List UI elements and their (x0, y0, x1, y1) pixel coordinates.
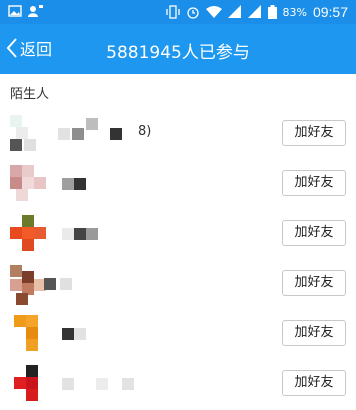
list-item[interactable]: 8) 加好友 (0, 110, 356, 160)
add-friend-button[interactable]: 加好友 (282, 170, 346, 196)
avatar (10, 215, 50, 255)
user-name (44, 278, 178, 292)
account-icon (28, 5, 43, 17)
user-name (58, 328, 178, 342)
user-name-suffix: 8) (138, 124, 152, 139)
add-friend-button[interactable]: 加好友 (282, 320, 346, 346)
nav-bar: 返回 5881945人已参与 (0, 24, 356, 74)
list-item[interactable]: 加好友 (0, 310, 356, 360)
user-name (58, 118, 178, 142)
avatar (10, 365, 50, 405)
list-item[interactable]: 加好友 (0, 210, 356, 260)
battery-percent: 83% (282, 5, 307, 19)
avatar (10, 315, 50, 355)
avatar (10, 165, 50, 205)
user-name (58, 178, 178, 192)
vibrate-icon (165, 5, 180, 19)
alarm-icon (186, 7, 199, 19)
cell-signal-icon (227, 5, 241, 18)
add-friend-button[interactable]: 加好友 (282, 370, 346, 396)
user-name (58, 378, 178, 392)
battery-icon (267, 5, 277, 19)
image-icon (8, 5, 22, 17)
participant-list: 陌生人 8) 加好友 加好友 加好友 加好友 加好友 加好友 (0, 74, 356, 401)
status-bar: 83% 09:57 (0, 0, 356, 24)
add-friend-button[interactable]: 加好友 (282, 120, 346, 146)
cell-signal-2-icon (247, 5, 261, 18)
section-header: 陌生人 (10, 87, 50, 102)
user-name (58, 228, 178, 242)
wifi-icon (205, 6, 222, 18)
add-friend-button[interactable]: 加好友 (282, 220, 346, 246)
add-friend-button[interactable]: 加好友 (282, 270, 346, 296)
list-item[interactable]: 加好友 (0, 260, 356, 310)
list-item[interactable]: 加好友 (0, 160, 356, 210)
clock: 09:57 (312, 4, 348, 20)
list-item[interactable]: 加好友 (0, 360, 356, 410)
avatar (10, 115, 50, 155)
page-title: 5881945人已参与 (106, 43, 250, 63)
